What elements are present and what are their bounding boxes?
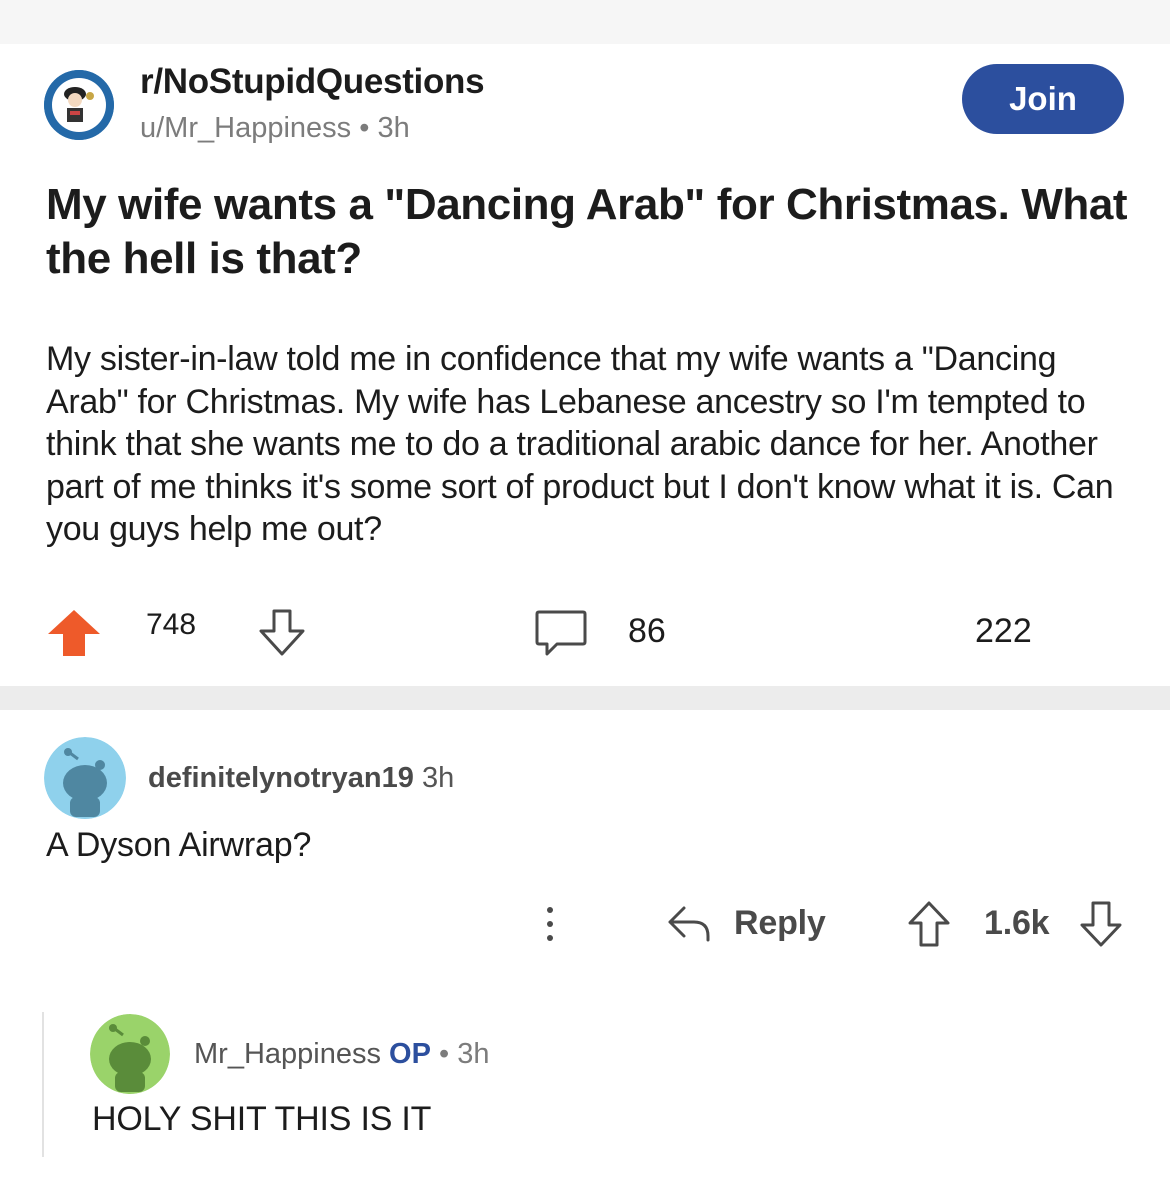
reply-arrow-icon[interactable]	[664, 902, 714, 946]
meta-separator: •	[439, 1038, 450, 1070]
comment-author-line: definitelynotryan19 3h	[148, 762, 454, 795]
reply-author[interactable]: Mr_Happiness	[194, 1038, 381, 1070]
more-options-icon[interactable]	[538, 902, 562, 946]
downvote-arrow-icon[interactable]	[1078, 900, 1124, 948]
join-button[interactable]: Join	[962, 64, 1124, 134]
section-divider	[0, 686, 1170, 710]
comment-age: 3h	[421, 762, 455, 794]
reply-author-line: Mr_Happiness OP • 3h	[194, 1038, 490, 1071]
post-age: 3h	[377, 112, 410, 144]
meta-separator: •	[359, 112, 370, 144]
post-body: My sister-in-law told me in confidence t…	[46, 340, 1114, 548]
downvote-arrow-icon[interactable]	[256, 608, 308, 658]
reply-button[interactable]: Reply	[734, 904, 826, 943]
post-score: 748	[146, 608, 197, 641]
op-avatar[interactable]	[90, 1014, 170, 1094]
upvote-arrow-icon[interactable]	[906, 900, 952, 948]
op-badge: OP	[389, 1038, 431, 1070]
post-author[interactable]: u/Mr_Happiness	[140, 112, 351, 144]
thread-line[interactable]	[42, 1012, 44, 1157]
comment-score: 1.6k	[984, 904, 1050, 942]
upvote-arrow-icon[interactable]	[46, 608, 102, 658]
commenter-avatar[interactable]	[44, 737, 126, 819]
subreddit-name[interactable]: r/NoStupidQuestions	[140, 62, 485, 102]
comment-count[interactable]: 86	[628, 612, 666, 651]
post-meta: u/Mr_Happiness • 3h	[140, 112, 410, 145]
share-count[interactable]: 222	[975, 612, 1032, 651]
post-title[interactable]: My wife wants a "Dancing Arab" for Chris…	[46, 178, 1136, 286]
top-band	[0, 0, 1170, 44]
subreddit-avatar-icon[interactable]	[44, 70, 114, 140]
comment-author[interactable]: definitelynotryan19	[148, 762, 414, 794]
comment-bubble-icon[interactable]	[533, 608, 589, 658]
reply-age: 3h	[457, 1038, 490, 1070]
reply-text: HOLY SHIT THIS IS IT	[92, 1100, 432, 1138]
comment-text: A Dyson Airwrap?	[46, 826, 312, 864]
